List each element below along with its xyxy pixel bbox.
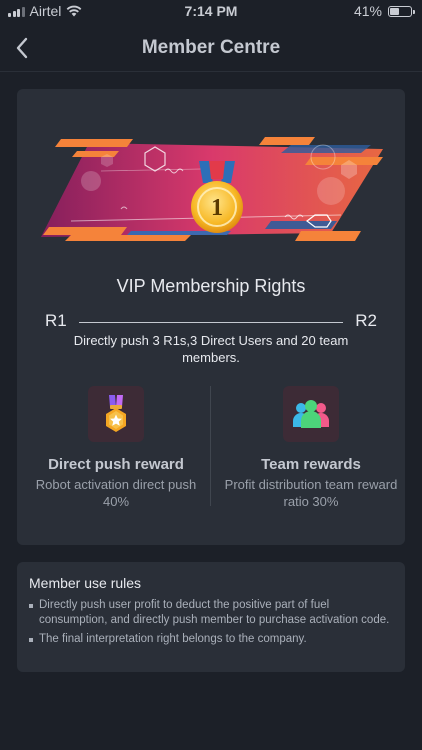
status-bar: Airtel 7:14 PM 41% — [0, 0, 422, 24]
reward-title: Team rewards — [261, 456, 361, 473]
status-right: 41% — [353, 3, 415, 19]
reward-icon-box — [88, 386, 144, 442]
battery-percent: 41% — [353, 3, 382, 19]
current-level: R1 — [45, 311, 67, 330]
nav-bar: Member Centre — [0, 24, 422, 72]
level-progress: R1 R2 — [45, 311, 377, 333]
level-requirement: Directly push 3 R1s,3 Direct Users and 2… — [73, 333, 349, 365]
level-line — [79, 322, 343, 323]
team-people-icon — [293, 400, 329, 428]
reward-title: Direct push reward — [48, 456, 184, 473]
reward-team: Team rewards Profit distribution team re… — [217, 386, 405, 510]
medal-star-icon — [106, 395, 126, 432]
rewards-section: Direct push reward Robot activation dire… — [17, 386, 405, 516]
member-rules-card: Member use rules Directly push user prof… — [17, 562, 405, 672]
reward-description: Profit distribution team reward ratio 30… — [224, 477, 398, 509]
page-title: Member Centre — [141, 37, 281, 58]
rules-list: Directly push user profit to deduct the … — [29, 598, 391, 651]
vip-banner-graphic: 1 — [41, 137, 383, 241]
vip-title: VIP Membership Rights — [116, 276, 306, 296]
next-level: R2 — [355, 311, 377, 330]
rule-item: Directly push user profit to deduct the … — [29, 598, 391, 628]
membership-card: 1 VIP Membership Rights R1 R2 Directly p… — [17, 89, 405, 545]
reward-icon-box — [283, 386, 339, 442]
medal-number: 1 — [211, 195, 223, 221]
reward-description: Robot activation direct push 40% — [35, 477, 197, 509]
battery-icon — [388, 5, 415, 17]
rewards-divider — [210, 386, 211, 506]
reward-direct-push: Direct push reward Robot activation dire… — [22, 386, 210, 510]
rules-title: Member use rules — [29, 575, 142, 591]
rule-item: The final interpretation right belongs t… — [29, 632, 391, 647]
